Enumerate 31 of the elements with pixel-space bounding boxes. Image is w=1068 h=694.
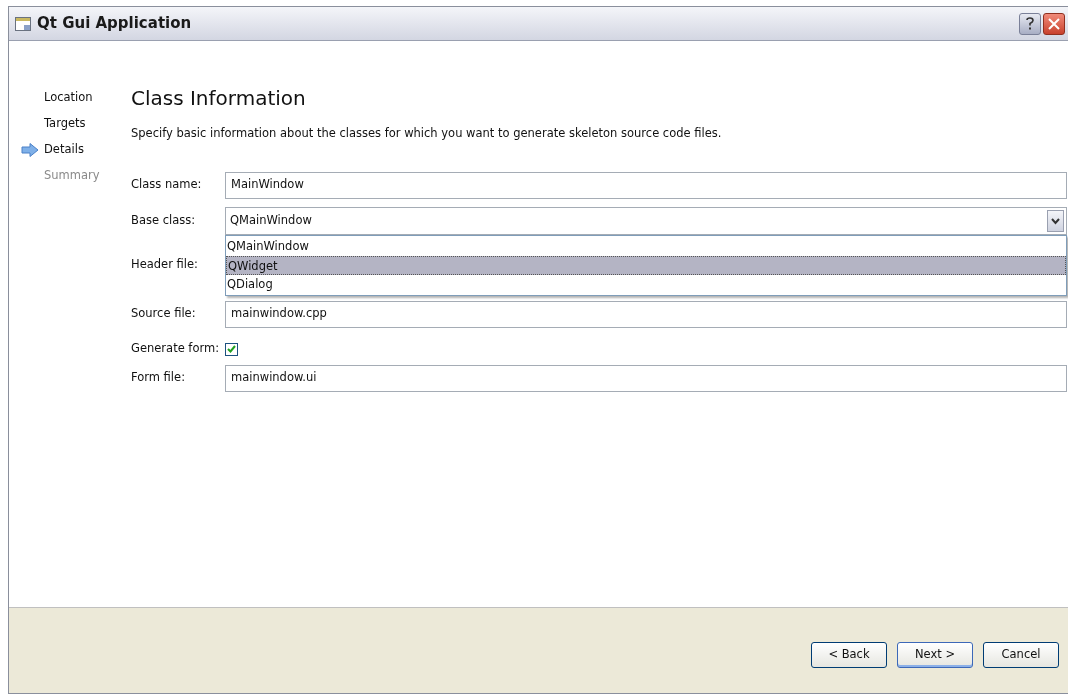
dialog-button[interactable]: Next > xyxy=(897,641,973,668)
text-field[interactable]: MainWindow xyxy=(225,171,1067,199)
combo-box[interactable]: QMainWindow xyxy=(225,207,1067,235)
dropdown-option[interactable]: QDialog xyxy=(226,275,1066,294)
close-button[interactable] xyxy=(1043,12,1065,35)
chevron-down-icon xyxy=(1051,217,1060,225)
text-field[interactable]: mainwindow.cpp xyxy=(225,300,1067,328)
description-text: Specify basic information about the classes for which you want to generate skeleton source code files. xyxy=(131,125,723,142)
dropdown-option[interactable]: QWidget xyxy=(226,256,1066,275)
field-label: Class name: xyxy=(131,176,203,194)
help-button[interactable] xyxy=(1019,12,1041,35)
step-label: Location xyxy=(44,89,93,107)
step-label: Summary xyxy=(44,167,100,185)
question-icon xyxy=(1026,17,1034,30)
window-title: Qt Gui Application xyxy=(37,13,192,35)
close-icon xyxy=(1048,17,1060,30)
field-label: Generate form: xyxy=(131,340,221,358)
field-label: Source file: xyxy=(131,305,197,323)
field-label: Base class: xyxy=(131,212,197,230)
step-label: Details xyxy=(44,141,84,159)
text-field[interactable]: mainwindow.ui xyxy=(225,364,1067,392)
field-label: Form file: xyxy=(131,369,186,387)
dialog-button[interactable]: < Back xyxy=(811,641,887,668)
dialog-button[interactable]: Cancel xyxy=(983,641,1059,668)
dropdown-button[interactable] xyxy=(1047,210,1064,232)
window-icon xyxy=(15,16,31,31)
field-label: Header file: xyxy=(131,256,199,274)
page-heading: Class Information xyxy=(131,85,307,111)
checkbox[interactable] xyxy=(225,342,238,356)
dropdown-option[interactable]: QMainWindow xyxy=(226,237,1066,256)
step-label: Targets xyxy=(44,115,86,133)
